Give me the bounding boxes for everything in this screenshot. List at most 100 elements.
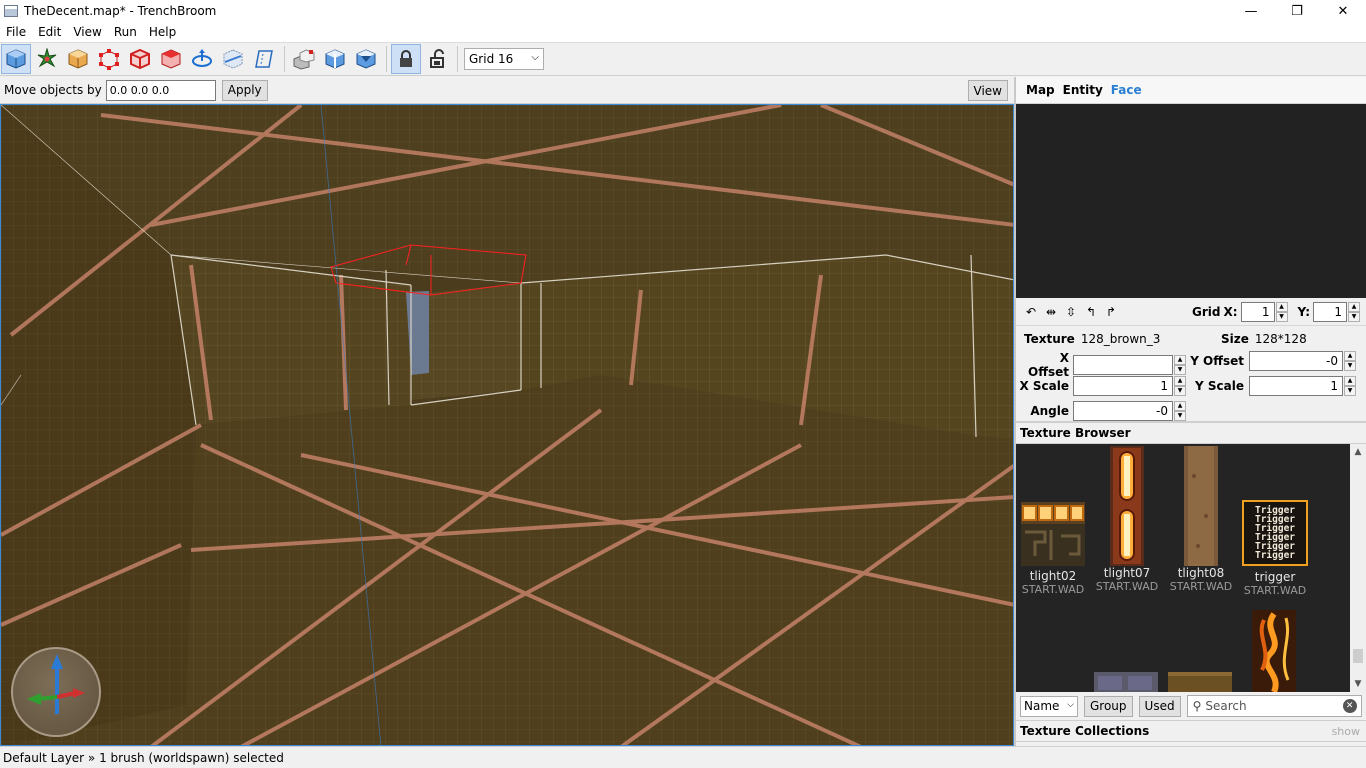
- move-objects-input[interactable]: [105, 79, 216, 101]
- texture-browser-scrollbar[interactable]: ▲ ▼: [1350, 444, 1366, 692]
- x-offset-spinner[interactable]: ▲ ▼: [1073, 355, 1186, 375]
- menu-edit[interactable]: Edit: [32, 25, 67, 39]
- 3d-viewport[interactable]: [0, 104, 1014, 746]
- tab-map[interactable]: Map: [1026, 83, 1055, 97]
- texture-lock-button[interactable]: [391, 44, 421, 74]
- app-icon: [4, 5, 18, 17]
- menu-view[interactable]: View: [67, 25, 107, 39]
- shear-icon: [255, 50, 273, 68]
- inspector-tabs: Map Entity Face: [1016, 77, 1366, 104]
- select-tool-button[interactable]: [1, 44, 31, 74]
- edge-tool-button[interactable]: [125, 44, 155, 74]
- x-offset-value[interactable]: [1073, 355, 1173, 375]
- texture-tile-tlight08[interactable]: tlight08 START.WAD: [1168, 446, 1234, 593]
- minimize-button[interactable]: —: [1228, 0, 1274, 22]
- uv-grid-y-spinner[interactable]: 1 ▲ ▼: [1313, 302, 1360, 322]
- move-objects-bar: Move objects by Apply View: [0, 77, 1014, 104]
- spinner-up-icon[interactable]: ▲: [1174, 401, 1186, 411]
- rotate-tool-button[interactable]: [187, 44, 217, 74]
- used-button[interactable]: Used: [1138, 695, 1181, 717]
- texture-thumbnail-partial: [1252, 610, 1296, 692]
- spinner-down-icon[interactable]: ▼: [1344, 386, 1356, 396]
- uv-lock-button[interactable]: [422, 44, 452, 74]
- view-button[interactable]: View: [967, 80, 1008, 101]
- entity-icon: [37, 48, 57, 68]
- y-offset-value[interactable]: -0: [1249, 351, 1343, 371]
- status-text: Default Layer » 1 brush (worldspawn) sel…: [3, 750, 284, 765]
- flip-vertical-button[interactable]: [351, 44, 381, 74]
- grid-size-select[interactable]: Grid 16 ⌵: [464, 48, 544, 70]
- texture-tile-trigger[interactable]: Trigger Trigger Trigger Trigger Trigger …: [1242, 500, 1308, 597]
- scroll-down-icon[interactable]: ▼: [1350, 676, 1366, 692]
- menu-help[interactable]: Help: [143, 25, 182, 39]
- clip-tool-button[interactable]: [218, 44, 248, 74]
- flip-horizontal-icon: [325, 49, 345, 69]
- size-label: Size: [1221, 332, 1249, 346]
- uv-grid-x-value[interactable]: 1: [1240, 302, 1275, 322]
- show-collections-link[interactable]: show: [1332, 725, 1360, 738]
- spinner-down-icon[interactable]: ▼: [1174, 365, 1186, 375]
- texture-collection: START.WAD: [1095, 580, 1159, 593]
- uv-grid-y-value[interactable]: 1: [1313, 302, 1347, 322]
- toolbar-separator: [284, 46, 285, 72]
- duplicate-button[interactable]: [289, 44, 319, 74]
- group-button[interactable]: Group: [1084, 695, 1133, 717]
- y-scale-value[interactable]: 1: [1249, 376, 1343, 396]
- maximize-button[interactable]: ❐: [1274, 0, 1320, 22]
- angle-value[interactable]: -0: [1073, 401, 1173, 421]
- spinner-up-icon[interactable]: ▲: [1344, 376, 1356, 386]
- chevron-down-icon: ⌵: [531, 52, 539, 63]
- spinner-down-icon[interactable]: ▼: [1348, 312, 1360, 322]
- vertex-tool-button[interactable]: [94, 44, 124, 74]
- trigger-preview-line: Trigger: [1254, 550, 1296, 561]
- y-offset-label: Y Offset: [1190, 354, 1244, 368]
- texture-filter-bar: Name ⌵ Group Used ⚲ Search ✕: [1016, 692, 1366, 720]
- x-scale-value[interactable]: 1: [1073, 376, 1173, 396]
- flip-v-icon[interactable]: ⇳: [1062, 305, 1080, 319]
- texture-search-input[interactable]: ⚲ Search ✕: [1186, 695, 1362, 717]
- spinner-up-icon[interactable]: ▲: [1344, 351, 1356, 361]
- angle-spinner[interactable]: -0 ▲ ▼: [1073, 401, 1186, 421]
- window-controls: — ❐ ✕: [1228, 0, 1366, 22]
- toolbar-separator: [457, 46, 458, 72]
- flip-u-icon[interactable]: ⇹: [1042, 305, 1060, 319]
- apply-button[interactable]: Apply: [221, 79, 268, 101]
- spinner-up-icon[interactable]: ▲: [1275, 302, 1288, 312]
- create-entity-button[interactable]: [32, 44, 62, 74]
- menu-file[interactable]: File: [0, 25, 32, 39]
- spinner-up-icon[interactable]: ▲: [1174, 376, 1186, 386]
- close-button[interactable]: ✕: [1320, 0, 1366, 22]
- title-bar: TheDecent.map* - TrenchBroom — ❐ ✕: [0, 0, 1366, 22]
- rotate-cw-icon[interactable]: ↱: [1102, 305, 1120, 319]
- scroll-thumb[interactable]: [1353, 649, 1363, 663]
- x-scale-spinner[interactable]: 1 ▲ ▼: [1073, 376, 1186, 396]
- texture-thumbnail-partial: [1094, 672, 1158, 692]
- y-offset-spinner[interactable]: -0 ▲ ▼: [1249, 351, 1356, 371]
- rotate-ccw-icon[interactable]: ↰: [1082, 305, 1100, 319]
- spinner-up-icon[interactable]: ▲: [1348, 302, 1360, 312]
- reset-uv-icon[interactable]: ↶: [1022, 305, 1040, 319]
- shear-tool-button[interactable]: [249, 44, 279, 74]
- texture-browser[interactable]: tlight02 START.WAD tlight07 START.WAD tl…: [1016, 444, 1366, 692]
- texture-tile-tlight07[interactable]: tlight07 START.WAD: [1094, 446, 1160, 593]
- spinner-down-icon[interactable]: ▼: [1174, 386, 1186, 396]
- y-scale-spinner[interactable]: 1 ▲ ▼: [1249, 376, 1356, 396]
- clear-search-icon[interactable]: ✕: [1342, 699, 1357, 713]
- spinner-down-icon[interactable]: ▼: [1344, 361, 1356, 371]
- tab-entity[interactable]: Entity: [1063, 83, 1103, 97]
- spinner-up-icon[interactable]: ▲: [1174, 355, 1186, 365]
- uv-editor-view[interactable]: [1016, 104, 1366, 298]
- face-tool-button[interactable]: [156, 44, 186, 74]
- axis-compass[interactable]: [11, 647, 101, 737]
- menu-run[interactable]: Run: [108, 25, 143, 39]
- tab-face[interactable]: Face: [1111, 83, 1142, 97]
- y-scale-label: Y Scale: [1195, 379, 1244, 393]
- brush-tool-button[interactable]: [63, 44, 93, 74]
- spinner-down-icon[interactable]: ▼: [1275, 312, 1288, 322]
- spinner-down-icon[interactable]: ▼: [1174, 411, 1186, 421]
- scroll-up-icon[interactable]: ▲: [1350, 444, 1366, 460]
- sort-select[interactable]: Name ⌵: [1020, 695, 1078, 717]
- flip-horizontal-button[interactable]: [320, 44, 350, 74]
- uv-grid-x-spinner[interactable]: 1 ▲ ▼: [1240, 302, 1288, 322]
- texture-tile-tlight02[interactable]: tlight02 START.WAD: [1020, 502, 1086, 596]
